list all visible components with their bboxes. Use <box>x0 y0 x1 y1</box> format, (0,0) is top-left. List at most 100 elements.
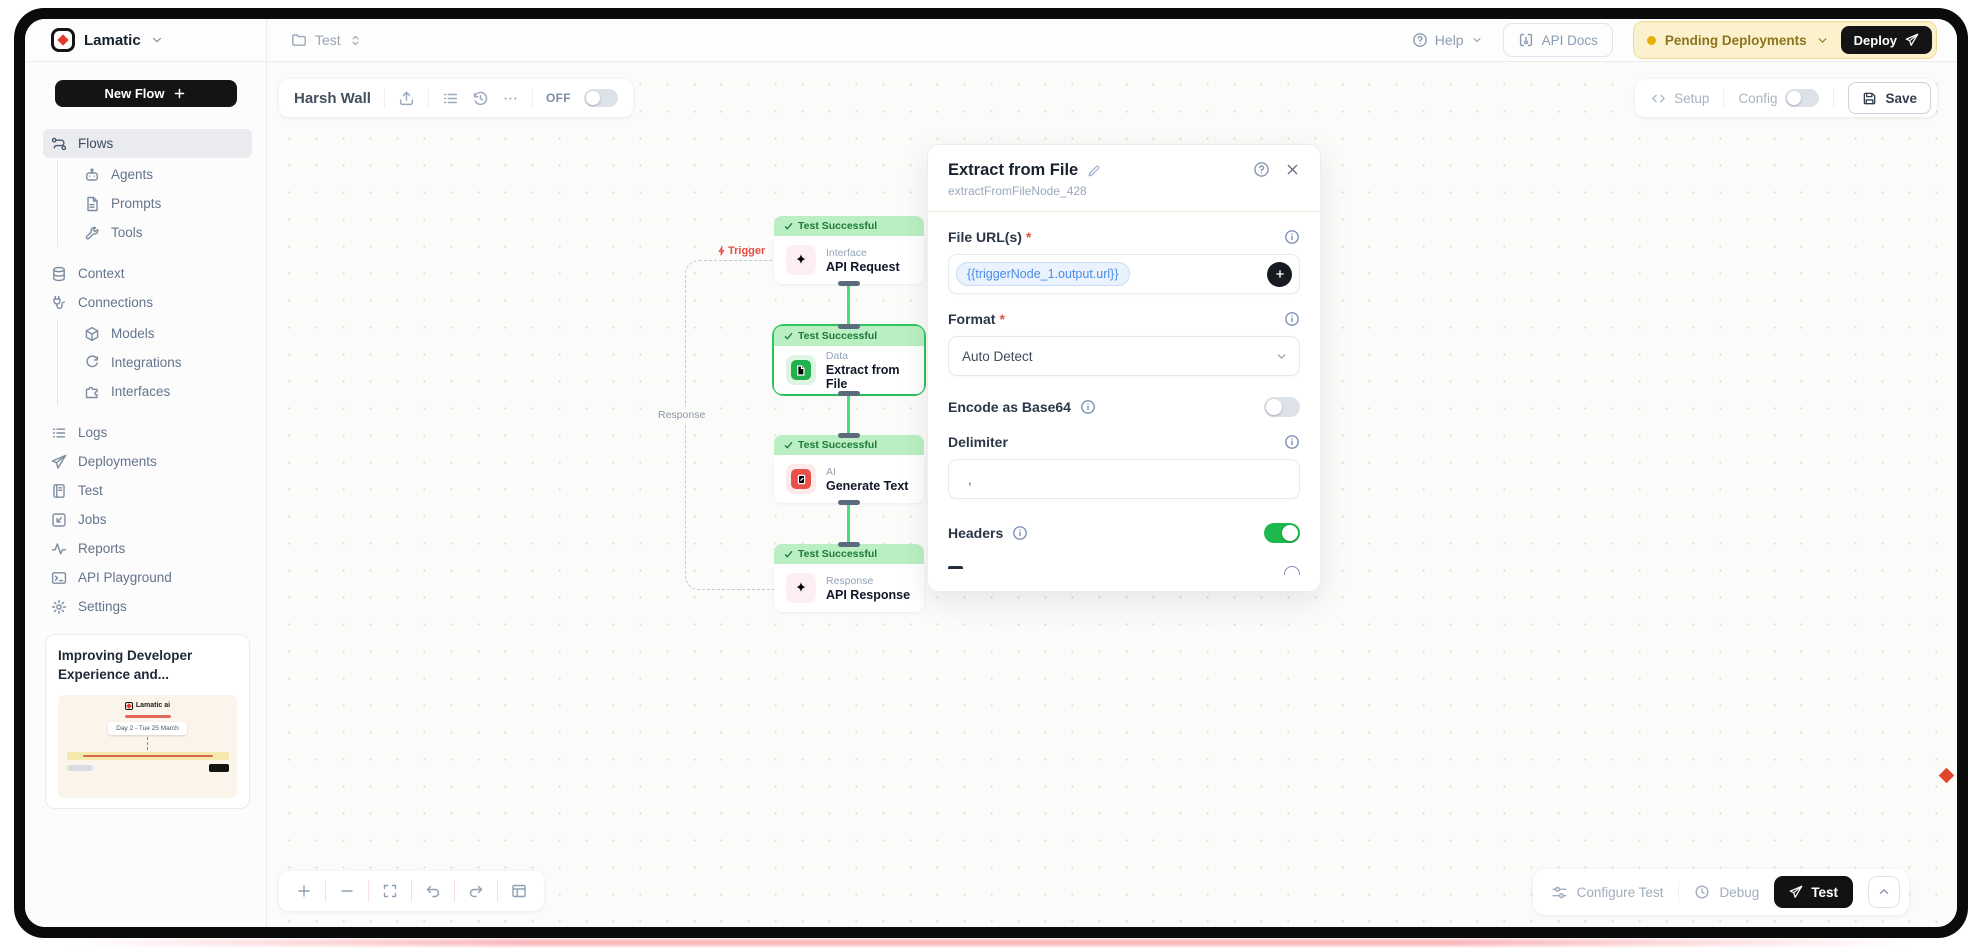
sidebar-item-label: Models <box>111 326 155 341</box>
sidebar-item-api-playground[interactable]: API Playground <box>43 563 252 592</box>
fit-view-button[interactable] <box>369 871 411 911</box>
wrench-icon <box>84 225 100 241</box>
panel-help-icon[interactable] <box>1253 161 1270 178</box>
new-flow-button[interactable]: New Flow <box>55 80 237 107</box>
project-tab[interactable]: Test <box>291 32 362 48</box>
info-icon[interactable] <box>1284 311 1300 327</box>
file-url-input[interactable]: {{triggerNode_1.output.url}} <box>948 254 1300 294</box>
node-handle[interactable] <box>838 500 860 505</box>
info-icon[interactable] <box>1284 229 1300 245</box>
api-docs-button[interactable]: API Docs <box>1503 23 1613 57</box>
format-select[interactable]: Auto Detect <box>948 336 1300 376</box>
node-handle[interactable] <box>838 433 860 438</box>
promo-decor <box>67 764 229 772</box>
check-icon <box>784 222 793 231</box>
close-icon[interactable] <box>1285 162 1300 177</box>
sidebar-item-label: Interfaces <box>111 384 170 399</box>
config-toggle[interactable] <box>1785 89 1819 107</box>
node-handle[interactable] <box>838 391 860 396</box>
queue-list-icon[interactable] <box>442 90 459 107</box>
code-icon <box>1651 91 1666 106</box>
response-edge-dashed <box>685 260 775 590</box>
redo-button[interactable] <box>455 871 497 911</box>
node-handle[interactable] <box>838 542 860 547</box>
notes-table-button[interactable] <box>498 871 540 911</box>
promo-decor <box>125 715 171 718</box>
sidebar-item-integrations[interactable]: Integrations <box>58 348 252 377</box>
encode-base64-toggle[interactable] <box>1264 397 1300 417</box>
field-file-url: File URL(s) * {{triggerNode_1.output.url… <box>948 229 1300 294</box>
flows-subnav: Agents Prompts Tools <box>57 160 252 247</box>
format-label: Format <box>948 311 995 327</box>
workspace-switcher[interactable]: Lamatic <box>25 19 267 61</box>
sidebar-item-tools[interactable]: Tools <box>58 218 252 247</box>
flow-canvas[interactable]: Harsh Wall OFF <box>267 62 1957 927</box>
node-status-badge: Test Successful <box>774 435 924 455</box>
add-url-button[interactable] <box>1267 262 1292 287</box>
test-label: Test <box>1811 885 1838 900</box>
flow-edge <box>847 501 850 546</box>
sidebar-item-deployments[interactable]: Deployments <box>43 447 252 476</box>
flow-name: Harsh Wall <box>294 90 371 107</box>
save-button[interactable]: Save <box>1848 82 1931 114</box>
sidebar-item-logs[interactable]: Logs <box>43 418 252 447</box>
lamatic-logo-icon <box>51 28 75 52</box>
canvas-zoom-bar <box>279 871 544 911</box>
undo-button[interactable] <box>412 871 454 911</box>
pending-deployments-group[interactable]: Pending Deployments Deploy <box>1633 21 1937 59</box>
zoom-out-button[interactable] <box>326 871 368 911</box>
flow-enabled-toggle[interactable] <box>584 89 618 107</box>
chevron-down-icon <box>1275 350 1292 363</box>
pending-status-dot-icon <box>1647 36 1656 45</box>
flow-node-generate-text[interactable]: Test Successful AI Generate Text <box>774 435 924 503</box>
sidebar-item-flows[interactable]: Flows <box>43 129 252 158</box>
help-menu[interactable]: Help <box>1412 32 1483 48</box>
node-status-badge: Test Successful <box>774 216 924 236</box>
save-label: Save <box>1885 91 1917 106</box>
promo-preview-date: Day 2 - Tue 25 March <box>108 722 187 735</box>
deploy-label: Deploy <box>1854 33 1897 48</box>
sidebar-item-prompts[interactable]: Prompts <box>58 189 252 218</box>
debug-button[interactable]: Debug <box>1694 884 1759 900</box>
response-edge-label: Response <box>655 407 708 423</box>
setup-button[interactable]: Setup <box>1651 91 1709 106</box>
headers-toggle[interactable] <box>1264 523 1300 543</box>
deploy-button[interactable]: Deploy <box>1841 26 1932 54</box>
share-upload-icon[interactable] <box>398 90 415 107</box>
flow-node-api-request[interactable]: Test Successful Interface API Request <box>774 216 924 284</box>
sidebar-item-connections[interactable]: Connections <box>43 288 252 317</box>
node-handle[interactable] <box>838 281 860 286</box>
sidebar-nav: Flows Agents Prompts <box>25 129 266 621</box>
history-icon[interactable] <box>472 90 489 107</box>
zoom-in-button[interactable] <box>283 871 325 911</box>
new-flow-label: New Flow <box>105 86 165 101</box>
sidebar-item-models[interactable]: Models <box>58 319 252 348</box>
edit-pencil-icon[interactable] <box>1087 164 1101 178</box>
sidebar-item-jobs[interactable]: Jobs <box>43 505 252 534</box>
sidebar-item-settings[interactable]: Settings <box>43 592 252 621</box>
node-handle[interactable] <box>838 324 860 329</box>
collapse-panel-button[interactable] <box>1868 876 1900 908</box>
info-icon[interactable] <box>1012 525 1028 541</box>
configure-test-button[interactable]: Configure Test <box>1551 884 1664 901</box>
info-icon[interactable] <box>1080 399 1096 415</box>
flow-node-extract-from-file[interactable]: Test Successful Data Extract from File <box>774 326 924 394</box>
sidebar-item-interfaces[interactable]: Interfaces <box>58 377 252 406</box>
sidebar-item-context[interactable]: Context <box>43 259 252 288</box>
bottom-glow <box>70 939 1912 946</box>
more-options-icon[interactable] <box>502 90 519 107</box>
delimiter-input[interactable]: , <box>948 459 1300 499</box>
promo-card[interactable]: Improving Developer Experience and... La… <box>45 634 250 809</box>
sidebar-item-test[interactable]: Test <box>43 476 252 505</box>
flow-node-api-response[interactable]: Test Successful Response API Response <box>774 544 924 612</box>
sidebar-item-agents[interactable]: Agents <box>58 160 252 189</box>
floppy-save-icon <box>1862 91 1877 106</box>
info-icon[interactable] <box>1284 434 1300 450</box>
sidebar-item-reports[interactable]: Reports <box>43 534 252 563</box>
trigger-label: Trigger <box>717 245 765 257</box>
variable-pill[interactable]: {{triggerNode_1.output.url}} <box>956 262 1130 286</box>
test-button[interactable]: Test <box>1774 876 1853 908</box>
field-format: Format * Auto Detect <box>948 311 1300 376</box>
project-tab-label: Test <box>315 32 341 48</box>
config-toggle-group[interactable]: Config <box>1738 89 1819 107</box>
